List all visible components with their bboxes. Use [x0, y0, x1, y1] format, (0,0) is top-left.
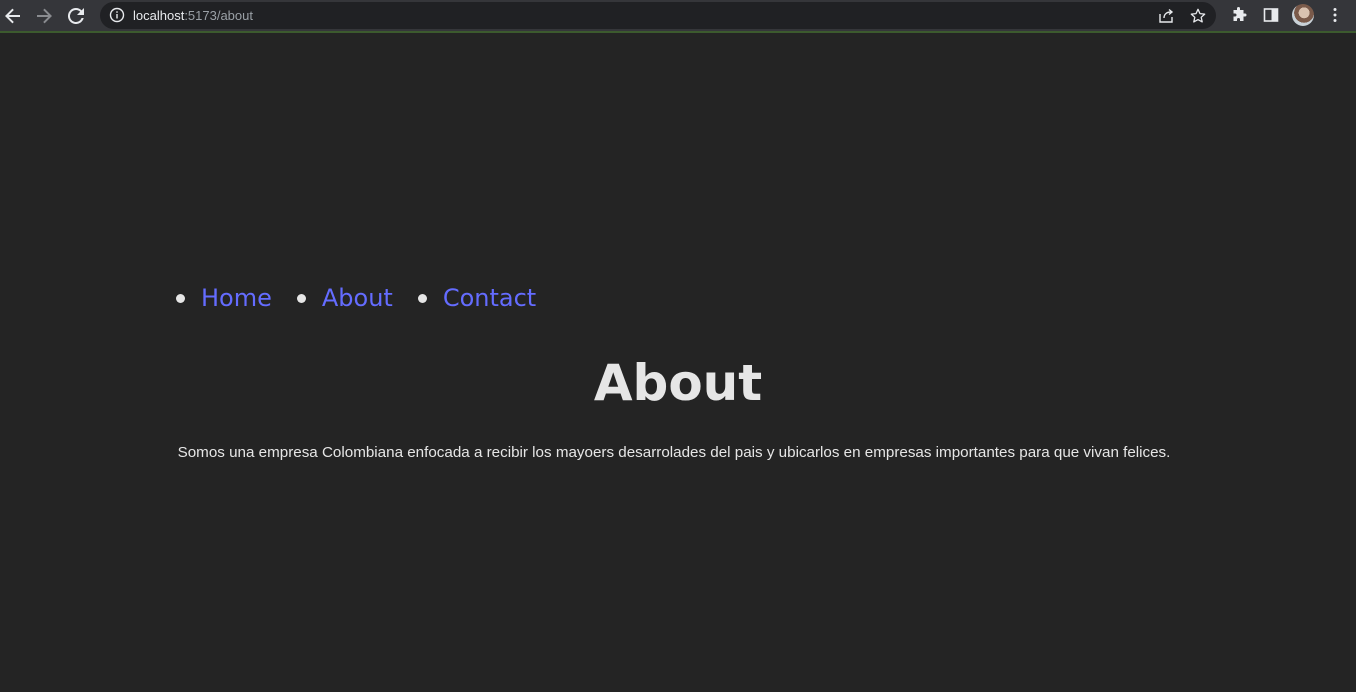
page-content: Home About Contact About Somos una empre… [0, 33, 1356, 692]
nav-link-home[interactable]: Home [201, 284, 272, 312]
browser-toolbar: localhost:5173/about [0, 0, 1356, 33]
back-arrow-icon [5, 8, 20, 23]
bullet-icon [417, 293, 427, 303]
url-host: localhost [133, 8, 185, 23]
share-icon[interactable] [1157, 7, 1175, 25]
forward-arrow-icon [37, 8, 52, 23]
url-path: :5173/about [184, 8, 253, 23]
url-text: localhost:5173/about [133, 2, 253, 29]
address-bar[interactable]: localhost:5173/about [100, 2, 1216, 29]
bookmark-star-icon[interactable] [1189, 7, 1207, 25]
reload-icon [68, 7, 84, 24]
extensions-puzzle-icon[interactable] [1228, 4, 1250, 26]
forward-button[interactable] [31, 0, 57, 31]
page-title: About [593, 354, 763, 412]
nav-link-about[interactable]: About [322, 284, 393, 312]
bullet-icon [296, 293, 306, 303]
bullet-icon [176, 293, 185, 303]
page-description: Somos una empresa Colombiana enfocada a … [177, 444, 1171, 461]
nav-item-contact: Contact [402, 280, 545, 316]
info-icon[interactable] [109, 7, 125, 23]
back-button[interactable] [0, 0, 26, 31]
side-panel-icon[interactable] [1260, 4, 1282, 26]
nav-item-about: About [281, 280, 402, 316]
more-menu-icon[interactable] [1324, 4, 1346, 26]
profile-avatar[interactable] [1292, 4, 1314, 26]
reload-button[interactable] [63, 0, 89, 31]
nav-link-contact[interactable]: Contact [443, 284, 536, 312]
nav-item-home: Home [160, 280, 281, 316]
main-nav: Home About Contact [160, 280, 545, 316]
